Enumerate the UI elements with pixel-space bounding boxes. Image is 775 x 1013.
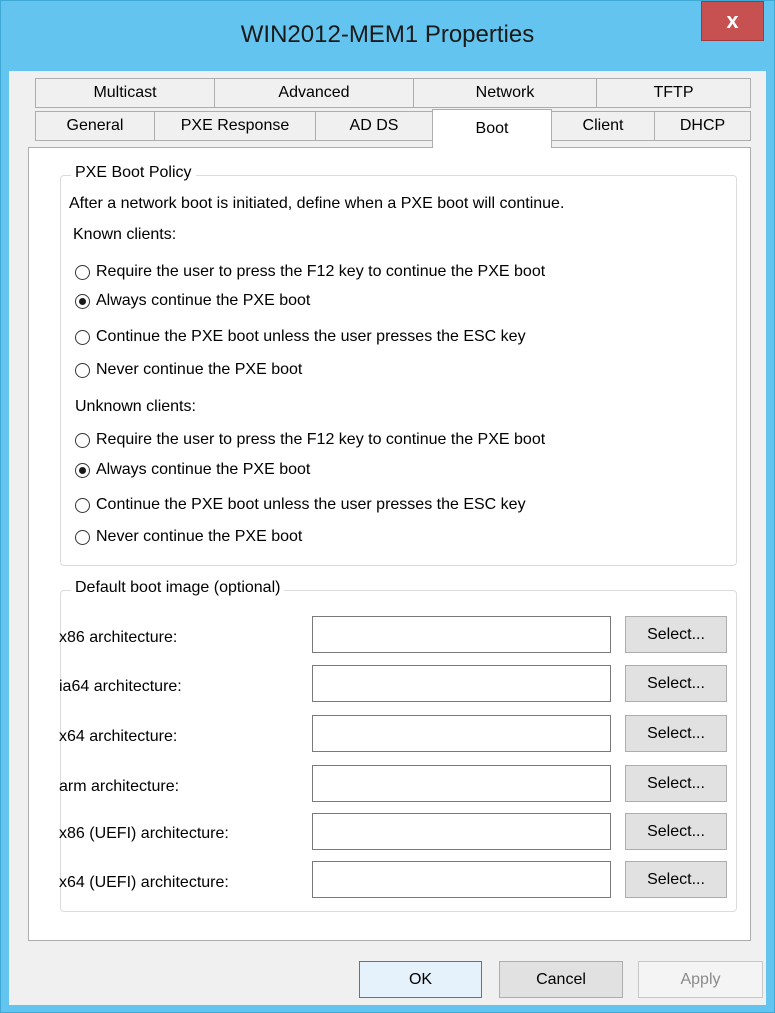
- x86-uefi-label: x86 (UEFI) architecture:: [59, 825, 229, 842]
- tab-boot[interactable]: Boot: [432, 109, 552, 148]
- ok-button[interactable]: OK: [359, 961, 482, 998]
- boot-tab-panel: PXE Boot Policy After a network boot is …: [28, 147, 751, 941]
- x64-label: x64 architecture:: [59, 728, 178, 745]
- known-clients-label: Known clients:: [73, 226, 177, 243]
- tab-pxe-response[interactable]: PXE Response: [154, 111, 316, 141]
- apply-button[interactable]: Apply: [638, 961, 763, 998]
- tab-advanced[interactable]: Advanced: [214, 78, 414, 108]
- tab-label: Advanced: [278, 84, 350, 101]
- radio-button[interactable]: [75, 362, 90, 378]
- tab-label: TFTP: [653, 84, 694, 101]
- tab-tftp[interactable]: TFTP: [596, 78, 751, 108]
- x86-image-field[interactable]: [312, 616, 611, 653]
- unknown-radio-esc[interactable]: Continue the PXE boot unless the user pr…: [75, 496, 526, 514]
- arm-select-button[interactable]: Select...: [625, 765, 727, 802]
- arm-label: arm architecture:: [59, 778, 180, 795]
- tab-label: Network: [475, 84, 535, 101]
- x86-select-button[interactable]: Select...: [625, 616, 727, 653]
- tab-network[interactable]: Network: [413, 78, 597, 108]
- radio-label: Never continue the PXE boot: [96, 361, 303, 378]
- close-icon[interactable]: x: [701, 1, 764, 41]
- known-radio-never[interactable]: Never continue the PXE boot: [75, 361, 302, 379]
- radio-button[interactable]: [75, 462, 90, 478]
- tab-general[interactable]: General: [35, 111, 155, 141]
- properties-window: WIN2012-MEM1 Properties x Multicast Adva…: [0, 0, 775, 1013]
- x64-select-button[interactable]: Select...: [625, 715, 727, 752]
- radio-label: Never continue the PXE boot: [96, 528, 303, 545]
- radio-button[interactable]: [75, 329, 90, 345]
- cancel-button[interactable]: Cancel: [499, 961, 623, 998]
- tab-ad-ds[interactable]: AD DS: [315, 111, 433, 141]
- radio-button[interactable]: [75, 529, 90, 545]
- radio-label: Always continue the PXE boot: [96, 292, 311, 309]
- radio-button[interactable]: [75, 497, 90, 513]
- radio-label: Require the user to press the F12 key to…: [96, 431, 546, 448]
- tab-client[interactable]: Client: [551, 111, 655, 141]
- tab-label: Boot: [475, 120, 509, 137]
- unknown-radio-never[interactable]: Never continue the PXE boot: [75, 528, 302, 546]
- title-bar[interactable]: WIN2012-MEM1 Properties x: [1, 1, 774, 71]
- window-title: WIN2012-MEM1 Properties: [240, 21, 535, 48]
- radio-button[interactable]: [75, 293, 90, 309]
- tab-dhcp[interactable]: DHCP: [654, 111, 751, 141]
- tab-label: AD DS: [349, 117, 399, 134]
- tab-multicast[interactable]: Multicast: [35, 78, 215, 108]
- ia64-select-button[interactable]: Select...: [625, 665, 727, 702]
- x64-image-field[interactable]: [312, 715, 611, 752]
- group-title: Default boot image (optional): [71, 579, 285, 597]
- group-title: PXE Boot Policy: [71, 164, 196, 182]
- x86-label: x86 architecture:: [59, 629, 178, 646]
- x64-uefi-label: x64 (UEFI) architecture:: [59, 874, 229, 891]
- x86-uefi-select-button[interactable]: Select...: [625, 813, 727, 850]
- radio-button[interactable]: [75, 264, 90, 280]
- arm-image-field[interactable]: [312, 765, 611, 802]
- radio-label: Continue the PXE boot unless the user pr…: [96, 328, 526, 345]
- unknown-clients-label: Unknown clients:: [75, 398, 196, 415]
- ia64-label: ia64 architecture:: [59, 678, 182, 695]
- radio-button[interactable]: [75, 432, 90, 448]
- unknown-radio-f12[interactable]: Require the user to press the F12 key to…: [75, 431, 545, 449]
- tab-label: DHCP: [679, 117, 726, 134]
- radio-label: Require the user to press the F12 key to…: [96, 263, 546, 280]
- radio-label: Continue the PXE boot unless the user pr…: [96, 496, 526, 513]
- pxe-policy-description: After a network boot is initiated, defin…: [69, 195, 565, 212]
- ia64-image-field[interactable]: [312, 665, 611, 702]
- tab-label: Client: [582, 117, 624, 134]
- radio-label: Always continue the PXE boot: [96, 461, 311, 478]
- tab-label: General: [66, 117, 124, 134]
- known-radio-f12[interactable]: Require the user to press the F12 key to…: [75, 263, 545, 281]
- known-radio-always[interactable]: Always continue the PXE boot: [75, 292, 310, 310]
- tab-label: Multicast: [93, 84, 157, 101]
- known-radio-esc[interactable]: Continue the PXE boot unless the user pr…: [75, 328, 526, 346]
- tab-label: PXE Response: [180, 117, 290, 134]
- x86-uefi-image-field[interactable]: [312, 813, 611, 850]
- x64-uefi-select-button[interactable]: Select...: [625, 861, 727, 898]
- x64-uefi-image-field[interactable]: [312, 861, 611, 898]
- unknown-radio-always[interactable]: Always continue the PXE boot: [75, 461, 310, 479]
